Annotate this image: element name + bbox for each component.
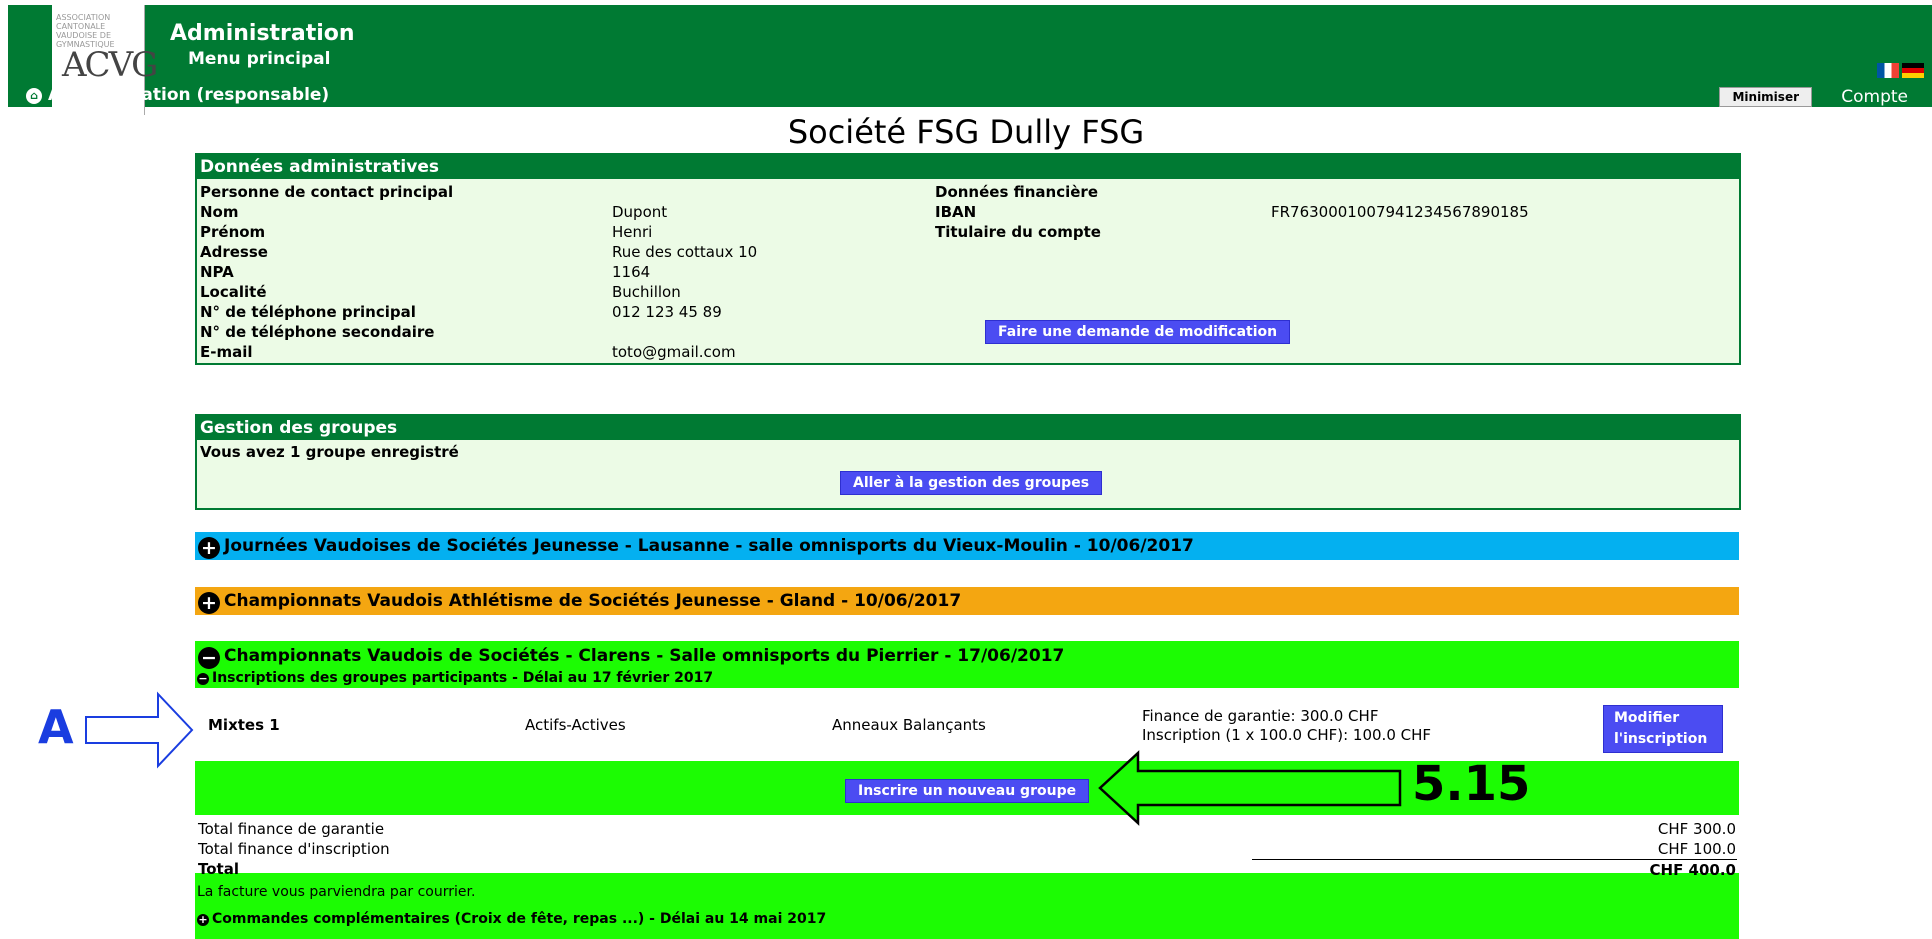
account-link[interactable]: Compte (1841, 87, 1908, 107)
totals-divider (1252, 859, 1737, 860)
total-guarantee-value: CHF 300.0 (1657, 820, 1736, 838)
field-label: Prénom (200, 223, 266, 241)
event-bar[interactable]: + Championnats Vaudois Athlétisme de Soci… (195, 587, 1739, 615)
registrations-toggle[interactable]: − Inscriptions des groupes participants -… (195, 670, 713, 686)
group-discipline: Anneaux Balançants (832, 716, 986, 734)
expand-icon[interactable]: + (198, 537, 220, 559)
account-holder-label: Titulaire du compte (935, 223, 1101, 241)
registration-row: Mixtes 1 Actifs-Actives Anneaux Balançan… (195, 688, 1739, 761)
field-value: Rue des cottaux 10 (612, 243, 758, 261)
total-guarantee-label: Total finance de garantie (198, 820, 385, 838)
field-value: Dupont (612, 203, 668, 221)
expand-icon[interactable]: + (197, 914, 209, 926)
collapse-icon[interactable]: − (198, 647, 220, 669)
app-header: ASSOCIATION CANTONALE VAUDOISE DE GYMNAS… (8, 5, 1932, 115)
annotation-arrow-left-icon (1098, 750, 1402, 826)
guarantee-fee: Finance de garantie: 300.0 CHF (1142, 707, 1379, 725)
field-label: NPA (200, 263, 234, 281)
minimize-button[interactable]: Minimiser (1719, 87, 1812, 107)
register-new-group-button[interactable]: Inscrire un nouveau groupe (845, 779, 1090, 803)
groups-count-text: Vous avez 1 groupe enregistré (200, 443, 459, 461)
logo-small-text: ASSOCIATION CANTONALE VAUDOISE DE GYMNAS… (56, 13, 115, 49)
total-inscription-value: CHF 100.0 (1657, 840, 1736, 858)
collapse-icon[interactable]: − (197, 673, 209, 685)
inscription-fee: Inscription (1 x 100.0 CHF): 100.0 CHF (1142, 726, 1432, 744)
groups-heading: Gestion des groupes (197, 416, 1739, 440)
header-title: Administration (170, 21, 355, 46)
logo-text: ACVG (62, 45, 158, 85)
total-inscription-label: Total finance d'inscription (198, 840, 390, 858)
header-subtitle[interactable]: Menu principal (188, 49, 330, 69)
groups-panel: Gestion des groupes Vous avez 1 groupe e… (195, 414, 1741, 510)
registrations-heading: Inscriptions des groupes participants - … (212, 670, 714, 686)
field-value: toto@gmail.com (612, 343, 736, 361)
language-switcher (1874, 63, 1924, 81)
page-title: Société FSG Dully FSG (787, 113, 1145, 151)
field-label: Nom (200, 203, 239, 221)
totals-box: Total finance de garantie CHF 300.0 Tota… (195, 815, 1739, 879)
expand-icon[interactable]: + (198, 592, 220, 614)
french-flag-icon[interactable] (1877, 63, 1899, 78)
admin-data-panel: Données administratives Personne de cont… (195, 153, 1741, 365)
field-value: Buchillon (612, 283, 681, 301)
field-label: E-mail (200, 343, 253, 361)
total-value: CHF 400.0 (1649, 861, 1736, 879)
event-title: Journées Vaudoises de Sociétés Jeunesse … (224, 536, 1194, 556)
extra-orders-heading: Commandes complémentaires (Croix de fête… (212, 911, 827, 927)
home-link[interactable]: ⌂ Administration (responsable) (26, 85, 329, 105)
field-value: 012 123 45 89 (612, 303, 722, 321)
invoice-note: La facture vous parviendra par courrier. (197, 884, 476, 900)
annotation-arrow-right-icon (85, 691, 194, 769)
modify-registration-button[interactable]: Modifier l'inscription (1603, 705, 1723, 753)
total-label: Total (198, 860, 239, 878)
request-modification-button[interactable]: Faire une demande de modification (985, 320, 1291, 344)
manage-groups-button[interactable]: Aller à la gestion des groupes (840, 471, 1103, 495)
home-icon: ⌂ (26, 88, 42, 104)
event-title: Championnats Vaudois Athlétisme de Socié… (224, 591, 962, 611)
finance-heading: Données financière (935, 183, 1098, 201)
group-name: Mixtes 1 (208, 716, 280, 734)
annotation-letter: A (38, 700, 74, 754)
iban-label: IBAN (935, 203, 977, 221)
event-bar[interactable]: + Journées Vaudoises de Sociétés Jeunesse… (195, 532, 1739, 560)
event-bar[interactable]: − Championnats Vaudois de Sociétés - Clar… (195, 643, 1064, 669)
iban-value: FR7630001007941234567890185 (1271, 203, 1529, 221)
field-label: Adresse (200, 243, 268, 261)
annotation-number: 5.15 (1412, 756, 1531, 812)
event-title: Championnats Vaudois de Sociétés - Clare… (224, 646, 1065, 666)
admin-data-heading: Données administratives (197, 155, 1739, 179)
home-link-label: Administration (responsable) (48, 85, 330, 105)
field-label: N° de téléphone secondaire (200, 323, 435, 341)
field-value: 1164 (612, 263, 651, 281)
group-category: Actifs-Actives (525, 716, 626, 734)
german-flag-icon[interactable] (1902, 63, 1924, 78)
field-label: N° de téléphone principal (200, 303, 416, 321)
field-label: Localité (200, 283, 267, 301)
extra-orders-toggle[interactable]: + Commandes complémentaires (Croix de fêt… (195, 911, 826, 927)
contact-heading: Personne de contact principal (200, 183, 454, 201)
field-value: Henri (612, 223, 653, 241)
